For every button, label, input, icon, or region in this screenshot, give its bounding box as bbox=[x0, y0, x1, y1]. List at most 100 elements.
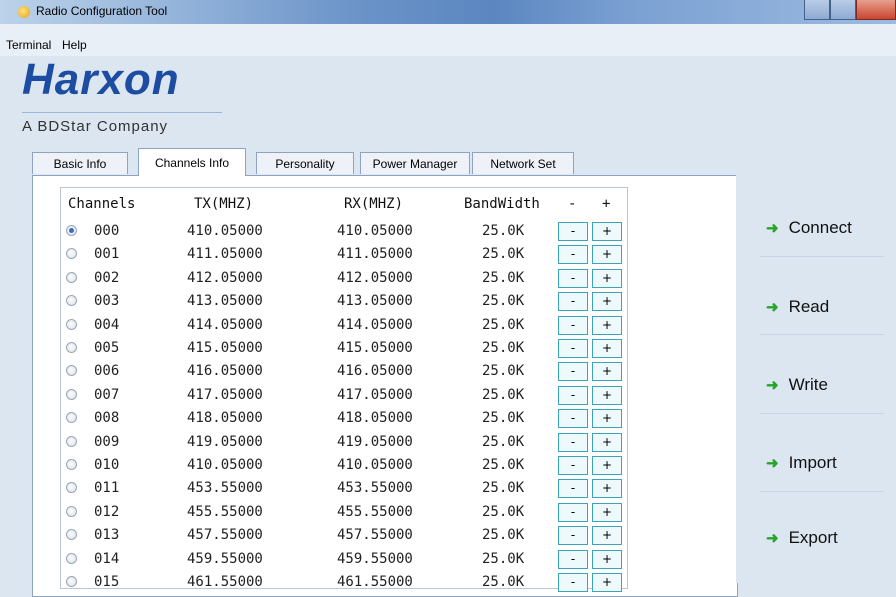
bandwidth-cell: 25.0K bbox=[482, 550, 525, 567]
tab-personality[interactable]: Personality bbox=[256, 152, 354, 174]
rx-frequency-cell: 414.05000 bbox=[337, 316, 413, 333]
decrement-button[interactable]: - bbox=[558, 385, 588, 405]
rx-frequency-cell: 413.05000 bbox=[337, 293, 413, 310]
decrement-button[interactable]: - bbox=[558, 432, 588, 452]
channel-number-cell: 002 bbox=[94, 269, 120, 286]
table-row[interactable]: 008 418.05000 418.05000 25.0K - + bbox=[62, 408, 622, 431]
table-row[interactable]: 013 457.55000 457.55000 25.0K - + bbox=[62, 525, 622, 548]
tx-frequency-cell: 418.05000 bbox=[187, 410, 263, 427]
increment-button[interactable]: + bbox=[592, 432, 622, 452]
tab-basic-info[interactable]: Basic Info bbox=[32, 152, 128, 174]
arrow-right-icon: ➜ bbox=[766, 220, 779, 237]
decrement-button[interactable]: - bbox=[558, 292, 588, 312]
table-row[interactable]: 003 413.05000 413.05000 25.0K - + bbox=[62, 291, 622, 314]
table-row[interactable]: 005 415.05000 415.05000 25.0K - + bbox=[62, 338, 622, 361]
channel-radio[interactable] bbox=[66, 482, 77, 494]
increment-button[interactable]: + bbox=[592, 526, 622, 546]
channel-radio[interactable] bbox=[66, 435, 77, 447]
table-row[interactable]: 001 411.05000 411.05000 25.0K - + bbox=[62, 244, 622, 267]
increment-button[interactable]: + bbox=[592, 456, 622, 475]
channel-radio[interactable] bbox=[66, 459, 77, 470]
import-button[interactable]: ➜ Import bbox=[766, 453, 837, 473]
bandwidth-cell: 25.0K bbox=[482, 574, 525, 590]
channel-number-cell: 008 bbox=[94, 410, 120, 427]
channel-radio[interactable] bbox=[66, 318, 77, 330]
bandwidth-cell: 25.0K bbox=[482, 410, 525, 427]
decrement-button[interactable]: - bbox=[558, 502, 588, 522]
decrement-button[interactable]: - bbox=[558, 479, 588, 499]
decrement-button[interactable]: - bbox=[558, 456, 588, 475]
export-button[interactable]: ➜ Export bbox=[766, 528, 838, 548]
bandwidth-cell: 25.0K bbox=[482, 363, 525, 380]
decrement-button[interactable]: - bbox=[558, 268, 588, 288]
separator bbox=[760, 413, 884, 414]
menu-help[interactable]: Help bbox=[62, 38, 87, 52]
menu-terminal[interactable]: Terminal bbox=[6, 38, 51, 52]
tab-channels-info[interactable]: Channels Info bbox=[138, 148, 246, 176]
decrement-button[interactable]: - bbox=[558, 549, 588, 569]
increment-button[interactable]: + bbox=[592, 245, 622, 265]
increment-button[interactable]: + bbox=[592, 362, 622, 382]
maximize-button[interactable] bbox=[829, 0, 856, 20]
channel-radio[interactable] bbox=[66, 295, 77, 307]
tab-power-manager[interactable]: Power Manager bbox=[360, 152, 470, 174]
tx-frequency-cell: 455.55000 bbox=[187, 503, 263, 520]
table-row[interactable]: 009 419.05000 419.05000 25.0K - + bbox=[62, 432, 622, 455]
channel-number-cell: 006 bbox=[94, 363, 120, 380]
channel-radio[interactable] bbox=[66, 225, 77, 236]
table-row[interactable]: 006 416.05000 416.05000 25.0K - + bbox=[62, 361, 622, 384]
channel-radio[interactable] bbox=[66, 248, 77, 260]
bandwidth-cell: 25.0K bbox=[482, 527, 525, 544]
decrement-button[interactable]: - bbox=[558, 339, 588, 358]
read-label: Read bbox=[788, 297, 830, 316]
channel-radio[interactable] bbox=[66, 271, 77, 283]
read-button[interactable]: ➜ Read bbox=[766, 297, 829, 317]
table-row[interactable]: 007 417.05000 417.05000 25.0K - + bbox=[62, 385, 622, 408]
close-button[interactable] bbox=[855, 0, 896, 20]
increment-button[interactable]: + bbox=[592, 385, 622, 405]
minimize-button[interactable] bbox=[804, 0, 830, 20]
channel-radio[interactable] bbox=[66, 505, 77, 517]
table-row[interactable]: 000 410.05000 410.05000 25.0K - + bbox=[62, 221, 622, 244]
tx-frequency-cell: 457.55000 bbox=[187, 527, 263, 544]
header-minus: - bbox=[568, 196, 577, 212]
table-row[interactable]: 011 453.55000 453.55000 25.0K - + bbox=[62, 478, 622, 501]
tab-network-set[interactable]: Network Set bbox=[472, 152, 574, 174]
rx-frequency-cell: 410.05000 bbox=[337, 223, 413, 239]
channel-radio[interactable] bbox=[66, 342, 77, 353]
decrement-button[interactable]: - bbox=[558, 526, 588, 546]
header-tx: TX(MHZ) bbox=[194, 196, 254, 212]
decrement-button[interactable]: - bbox=[558, 245, 588, 265]
table-row[interactable]: 010 410.05000 410.05000 25.0K - + bbox=[62, 455, 622, 478]
increment-button[interactable]: + bbox=[592, 479, 622, 499]
decrement-button[interactable]: - bbox=[558, 222, 588, 241]
increment-button[interactable]: + bbox=[592, 315, 622, 335]
channel-radio[interactable] bbox=[66, 576, 77, 587]
channel-radio[interactable] bbox=[66, 412, 77, 424]
table-row[interactable]: 014 459.55000 459.55000 25.0K - + bbox=[62, 549, 622, 572]
decrement-button[interactable]: - bbox=[558, 409, 588, 429]
channel-radio[interactable] bbox=[66, 388, 77, 400]
table-row[interactable]: 012 455.55000 455.55000 25.0K - + bbox=[62, 502, 622, 525]
increment-button[interactable]: + bbox=[592, 409, 622, 429]
table-row[interactable]: 004 414.05000 414.05000 25.0K - + bbox=[62, 315, 622, 338]
table-row[interactable]: 002 412.05000 412.05000 25.0K - + bbox=[62, 268, 622, 291]
table-row[interactable]: 015 461.55000 461.55000 25.0K - + bbox=[62, 572, 622, 595]
connect-button[interactable]: ➜ Connect bbox=[766, 218, 852, 238]
increment-button[interactable]: + bbox=[592, 222, 622, 241]
channel-radio[interactable] bbox=[66, 365, 77, 377]
connect-label: Connect bbox=[788, 218, 852, 237]
increment-button[interactable]: + bbox=[592, 502, 622, 522]
increment-button[interactable]: + bbox=[592, 292, 622, 312]
write-button[interactable]: ➜ Write bbox=[766, 375, 828, 395]
channel-number-cell: 003 bbox=[94, 293, 120, 310]
increment-button[interactable]: + bbox=[592, 549, 622, 569]
decrement-button[interactable]: - bbox=[558, 315, 588, 335]
channel-radio[interactable] bbox=[66, 552, 77, 564]
increment-button[interactable]: + bbox=[592, 268, 622, 288]
decrement-button[interactable]: - bbox=[558, 362, 588, 382]
rx-frequency-cell: 416.05000 bbox=[337, 363, 413, 380]
channel-radio[interactable] bbox=[66, 529, 77, 541]
channel-number-cell: 007 bbox=[94, 386, 120, 403]
increment-button[interactable]: + bbox=[592, 339, 622, 358]
